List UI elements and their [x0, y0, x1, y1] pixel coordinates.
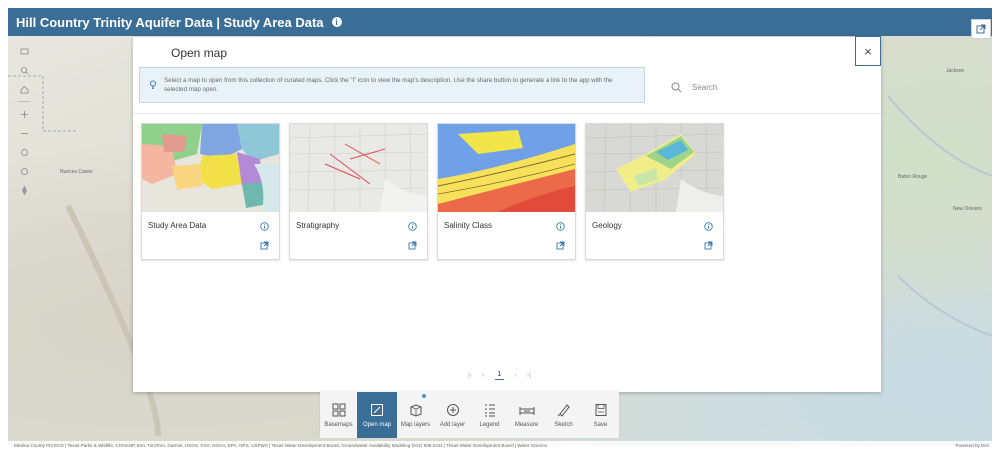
thumbnail-study-area: [142, 124, 279, 212]
tool-label: Legend: [479, 421, 500, 428]
powered-by-link[interactable]: Powered by Esri: [956, 441, 989, 450]
open-map-dialog: Open map × Select a map to open from thi…: [133, 36, 881, 392]
card-title: Study Area Data: [148, 221, 207, 230]
share-link-icon[interactable]: [556, 241, 565, 250]
thumbnail-salinity: [438, 124, 575, 212]
search-map-icon[interactable]: [17, 63, 31, 77]
lightbulb-icon: [149, 80, 157, 89]
map-label-baton-rouge: Baton Rouge: [898, 174, 928, 180]
tool-label: Map layers: [400, 421, 431, 428]
app-header: Hill Country Trinity Aquifer Data | Stud…: [8, 8, 992, 36]
tool-label: Open map: [362, 421, 392, 428]
save-button[interactable]: Save: [582, 392, 619, 438]
legend-list-icon: [484, 404, 495, 416]
add-layer-button[interactable]: Add layer: [434, 392, 471, 438]
add-layer-icon: [446, 403, 459, 416]
map-card-study-area[interactable]: Study Area Data: [141, 123, 280, 260]
next-page-button[interactable]: ›: [514, 372, 516, 379]
rotate-icon[interactable]: [17, 164, 31, 178]
basemaps-button[interactable]: Basemaps: [320, 392, 357, 438]
map-attribution: Medina County Pi3 ECD | Texas Parks & Wi…: [8, 441, 992, 450]
share-icon: [976, 24, 986, 34]
open-map-button[interactable]: Open map: [357, 392, 397, 438]
thumbnail-geology: [586, 124, 723, 212]
layers-icon: [410, 403, 421, 417]
locate-icon[interactable]: [17, 145, 31, 159]
tool-label: Basemaps: [324, 421, 353, 428]
thumbnail-stratigraphy: [290, 124, 427, 212]
map-card-salinity[interactable]: Salinity Class: [437, 123, 576, 260]
info-icon[interactable]: i: [331, 17, 342, 27]
notice-text: Select a map to open from this collectio…: [164, 77, 613, 93]
tool-label: Measure: [514, 421, 539, 428]
info-icon[interactable]: [556, 222, 565, 231]
share-link-icon[interactable]: [704, 241, 713, 250]
map-label-new-orleans: New Orleans: [953, 206, 982, 212]
prev-page-button[interactable]: ‹: [482, 372, 484, 379]
help-notice: Select a map to open from this collectio…: [139, 67, 645, 103]
save-icon: [595, 403, 606, 416]
tool-label: Add layer: [439, 421, 466, 428]
tool-label: Sketch: [554, 421, 573, 428]
ruler-icon: [519, 406, 534, 415]
map-card-stratigraphy[interactable]: Stratigraphy: [289, 123, 428, 260]
last-page-button[interactable]: ›|: [527, 372, 531, 379]
card-title: Salinity Class: [444, 221, 493, 230]
map-label-nueces: Nueces Cases: [60, 169, 93, 175]
first-page-button[interactable]: |‹: [468, 372, 472, 379]
bottom-toolbar: Basemaps Open map Map layers Add layer L…: [320, 392, 619, 438]
home-icon[interactable]: [17, 44, 31, 58]
card-title: Geology: [592, 221, 622, 230]
share-link-icon[interactable]: [408, 241, 417, 250]
zoom-in-icon[interactable]: [17, 107, 31, 121]
app-title: Hill Country Trinity Aquifer Data | Stud…: [16, 14, 324, 30]
page-number[interactable]: 1: [494, 371, 505, 380]
dialog-title: Open map: [171, 46, 228, 60]
basemap-grid-icon: [332, 403, 345, 416]
map-label-jackson: Jackson: [946, 68, 965, 74]
measure-button[interactable]: Measure: [508, 392, 545, 438]
info-icon[interactable]: [408, 222, 417, 231]
close-button[interactable]: ×: [855, 36, 881, 66]
legend-button[interactable]: Legend: [471, 392, 508, 438]
map-card-geology[interactable]: Geology: [585, 123, 724, 260]
share-link-icon[interactable]: [260, 241, 269, 250]
map-layers-button[interactable]: Map layers: [397, 392, 434, 438]
toolbar-divider: [18, 101, 30, 102]
info-icon[interactable]: [704, 222, 713, 231]
house-icon[interactable]: [17, 82, 31, 96]
info-icon[interactable]: [260, 222, 269, 231]
sketch-button[interactable]: Sketch: [545, 392, 582, 438]
share-button[interactable]: [971, 19, 991, 39]
compass-icon[interactable]: [17, 183, 31, 197]
attribution-text: Medina County Pi3 ECD | Texas Parks & Wi…: [14, 443, 548, 448]
search-input[interactable]: [692, 83, 812, 92]
pencil-icon: [557, 403, 570, 417]
open-map-icon: [371, 403, 383, 416]
search-icon: [671, 82, 682, 93]
pagination: |‹ ‹ 1 › ›|: [468, 371, 531, 380]
notification-dot: [422, 394, 426, 398]
zoom-out-icon[interactable]: [17, 126, 31, 140]
dialog-divider: [133, 113, 881, 114]
search-box: [671, 82, 812, 93]
card-title: Stratigraphy: [296, 221, 340, 230]
map-nav-toolbar: [14, 44, 34, 197]
tool-label: Save: [593, 421, 608, 428]
